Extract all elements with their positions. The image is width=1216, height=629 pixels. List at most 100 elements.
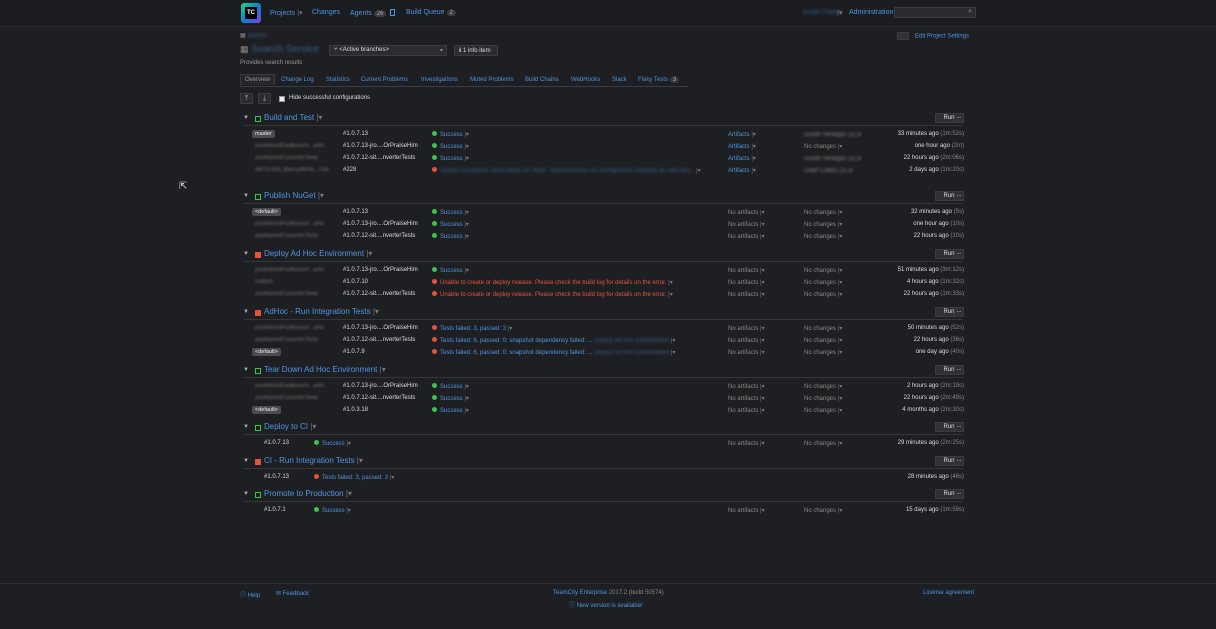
tab-flaky-tests[interactable]: Flaky Tests 3 bbox=[638, 77, 680, 83]
build-number[interactable]: #1.0.3.18 bbox=[343, 407, 368, 413]
chevron-down-icon[interactable]: |▾ bbox=[380, 365, 386, 374]
chevron-down-icon[interactable]: |▾ bbox=[857, 132, 862, 138]
chevron-down-icon[interactable]: |▾ bbox=[838, 396, 843, 402]
collapse-triangle-icon[interactable]: ▼ bbox=[243, 115, 249, 121]
changes-link[interactable]: No changes |▾ bbox=[804, 440, 842, 447]
chevron-down-icon[interactable]: |▾ bbox=[838, 222, 843, 228]
chevron-down-icon[interactable]: |▾ bbox=[760, 280, 765, 286]
chevron-down-icon[interactable]: |▾ bbox=[318, 191, 324, 200]
changes-link[interactable]: No changes |▾ bbox=[804, 507, 842, 514]
branch-label[interactable]: predefinedFeatbranch...artin bbox=[255, 221, 324, 227]
tab-investigations[interactable]: Investigations bbox=[421, 77, 458, 83]
build-status[interactable]: Success |▾ bbox=[432, 383, 469, 390]
changes-link[interactable]: No changes |▾ bbox=[804, 267, 842, 274]
build-number[interactable]: #1.0.7.13 bbox=[264, 474, 289, 480]
chevron-down-icon[interactable]: |▾ bbox=[464, 384, 469, 390]
chevron-down-icon[interactable]: |▾ bbox=[760, 441, 765, 447]
chevron-down-icon[interactable]: |▾ bbox=[838, 508, 843, 514]
chevron-down-icon[interactable]: |▾ bbox=[760, 350, 765, 356]
build-number[interactable]: #1.0.7.13 bbox=[343, 131, 368, 137]
chevron-down-icon[interactable]: |▾ bbox=[373, 307, 379, 316]
artifacts-link[interactable]: No artifacts |▾ bbox=[728, 407, 765, 414]
run-options-button[interactable]: ... bbox=[954, 191, 964, 201]
build-status-text[interactable]: Success bbox=[322, 508, 345, 514]
nav-build-queue[interactable]: Build Queue 2 bbox=[406, 9, 456, 16]
build-status-text[interactable]: Success bbox=[440, 234, 463, 240]
chevron-down-icon[interactable]: |▾ bbox=[760, 396, 765, 402]
chevron-down-icon[interactable]: |▾ bbox=[760, 210, 765, 216]
build-status[interactable]: Tests failed: 6, passed: 0; snapshot dep… bbox=[432, 349, 675, 356]
collapse-triangle-icon[interactable]: ▼ bbox=[243, 491, 249, 497]
branch-label[interactable]: starMarketConverterTests bbox=[255, 155, 318, 161]
build-status-text[interactable]: Tests failed: 6, passed: 0; snapshot dep… bbox=[440, 350, 592, 356]
chevron-down-icon[interactable]: |▾ bbox=[760, 408, 765, 414]
chevron-down-icon[interactable]: |▾ bbox=[357, 456, 363, 465]
tab-build-chains[interactable]: Build Chains bbox=[525, 77, 559, 83]
build-status-text[interactable]: Success bbox=[440, 384, 463, 390]
artifacts-link[interactable]: No artifacts |▾ bbox=[728, 291, 765, 298]
build-config-name-text[interactable]: Tear Down Ad Hoc Environment bbox=[264, 365, 377, 374]
branch-label[interactable]: starMarketConverterTests bbox=[255, 291, 318, 297]
tab-current-problems[interactable]: Current Problems bbox=[361, 77, 408, 83]
branch-label[interactable]: SRTX-562_ManualWrite...rVal bbox=[255, 167, 328, 173]
tab-change-log[interactable]: Change Log bbox=[281, 77, 314, 83]
chevron-down-icon[interactable]: |▾ bbox=[464, 222, 469, 228]
chevron-down-icon[interactable]: |▾ bbox=[696, 168, 701, 174]
build-status[interactable]: Tests failed: 6, passed: 0; snapshot dep… bbox=[432, 337, 675, 344]
build-config-name[interactable]: Tear Down Ad Hoc Environment |▾ bbox=[264, 365, 386, 374]
artifacts-link[interactable]: No artifacts |▾ bbox=[728, 233, 765, 240]
product-name[interactable]: TeamCity Enterprise bbox=[553, 590, 607, 596]
build-status[interactable]: Success |▾ bbox=[432, 221, 469, 228]
product-version[interactable]: TeamCity Enterprise 2017.2 (build 50574) bbox=[553, 590, 664, 596]
artifacts-link[interactable]: No artifacts |▾ bbox=[728, 383, 765, 390]
artifacts-link[interactable]: Artifacts |▾ bbox=[728, 167, 756, 174]
build-number[interactable]: #1.0.7.10 bbox=[343, 279, 368, 285]
chevron-down-icon[interactable]: |▾ bbox=[751, 168, 756, 174]
collapse-triangle-icon[interactable]: ▼ bbox=[243, 251, 249, 257]
changes-link[interactable]: No changes |▾ bbox=[804, 209, 842, 216]
build-status-text[interactable]: System Exception: Build failed on "build… bbox=[440, 168, 694, 174]
chevron-down-icon[interactable]: |▾ bbox=[838, 292, 843, 298]
build-config-name[interactable]: Deploy Ad Hoc Environment |▾ bbox=[264, 249, 372, 258]
nav-administration[interactable]: Administration bbox=[849, 9, 893, 16]
build-status[interactable]: Tests failed: 3, passed: 3 |▾ bbox=[314, 474, 394, 481]
build-number[interactable]: #1.0.7.12-sit....nverterTests bbox=[343, 291, 415, 297]
collapse-triangle-icon[interactable]: ▼ bbox=[243, 309, 249, 315]
build-status-text[interactable]: Success bbox=[440, 144, 463, 150]
chevron-down-icon[interactable]: |▾ bbox=[857, 156, 862, 162]
build-config-name-text[interactable]: AdHoc - Run Integration Tests bbox=[264, 307, 371, 316]
chevron-down-icon[interactable]: |▾ bbox=[464, 144, 469, 150]
run-options-button[interactable]: ... bbox=[954, 456, 964, 466]
build-number[interactable]: #1.0.7.12-sit....nverterTests bbox=[343, 395, 415, 401]
build-status[interactable]: Success |▾ bbox=[432, 233, 469, 240]
branch-label[interactable]: starMarketConverterTests bbox=[255, 233, 318, 239]
branch-selector[interactable]: ⑂ <Active branches> ▾ bbox=[329, 45, 447, 56]
branch-label[interactable]: predefinedFeatbranch...artin bbox=[255, 383, 324, 389]
changes-link[interactable]: No changes |▾ bbox=[804, 325, 842, 332]
artifacts-link[interactable]: No artifacts |▾ bbox=[728, 349, 765, 356]
build-status[interactable]: Unable to create or deploy release. Plea… bbox=[432, 291, 673, 298]
artifacts-link[interactable]: No artifacts |▾ bbox=[728, 395, 765, 402]
chevron-down-icon[interactable]: |▾ bbox=[760, 222, 765, 228]
build-status-text[interactable]: Success bbox=[440, 268, 463, 274]
build-status-text[interactable]: Success bbox=[440, 156, 463, 162]
chevron-down-icon[interactable]: |▾ bbox=[464, 132, 469, 138]
nav-projects[interactable]: Projects |▾ bbox=[270, 9, 303, 17]
build-config-name[interactable]: Build and Test |▾ bbox=[264, 113, 322, 122]
artifacts-link[interactable]: No artifacts |▾ bbox=[728, 267, 765, 274]
build-status[interactable]: Success |▾ bbox=[432, 155, 469, 162]
changes-link[interactable]: No changes |▾ bbox=[804, 395, 842, 402]
chevron-down-icon[interactable]: |▾ bbox=[310, 422, 316, 431]
help-link[interactable]: ⓘ Help bbox=[240, 590, 260, 599]
chevron-down-icon[interactable]: |▾ bbox=[751, 132, 756, 138]
chevron-down-icon[interactable]: |▾ bbox=[760, 292, 765, 298]
chevron-down-icon[interactable]: |▾ bbox=[760, 508, 765, 514]
artifacts-link[interactable]: No artifacts |▾ bbox=[728, 325, 765, 332]
chevron-down-icon[interactable]: |▾ bbox=[838, 210, 843, 216]
artifacts-link[interactable]: No artifacts |▾ bbox=[728, 209, 765, 216]
build-status-text[interactable]: Tests failed: 3, passed: 3 bbox=[322, 475, 388, 481]
build-status[interactable]: Success |▾ bbox=[432, 209, 469, 216]
artifacts-link[interactable]: No artifacts |▾ bbox=[728, 337, 765, 344]
artifacts-link[interactable]: No artifacts |▾ bbox=[728, 221, 765, 228]
chevron-down-icon[interactable]: |▾ bbox=[316, 113, 322, 122]
